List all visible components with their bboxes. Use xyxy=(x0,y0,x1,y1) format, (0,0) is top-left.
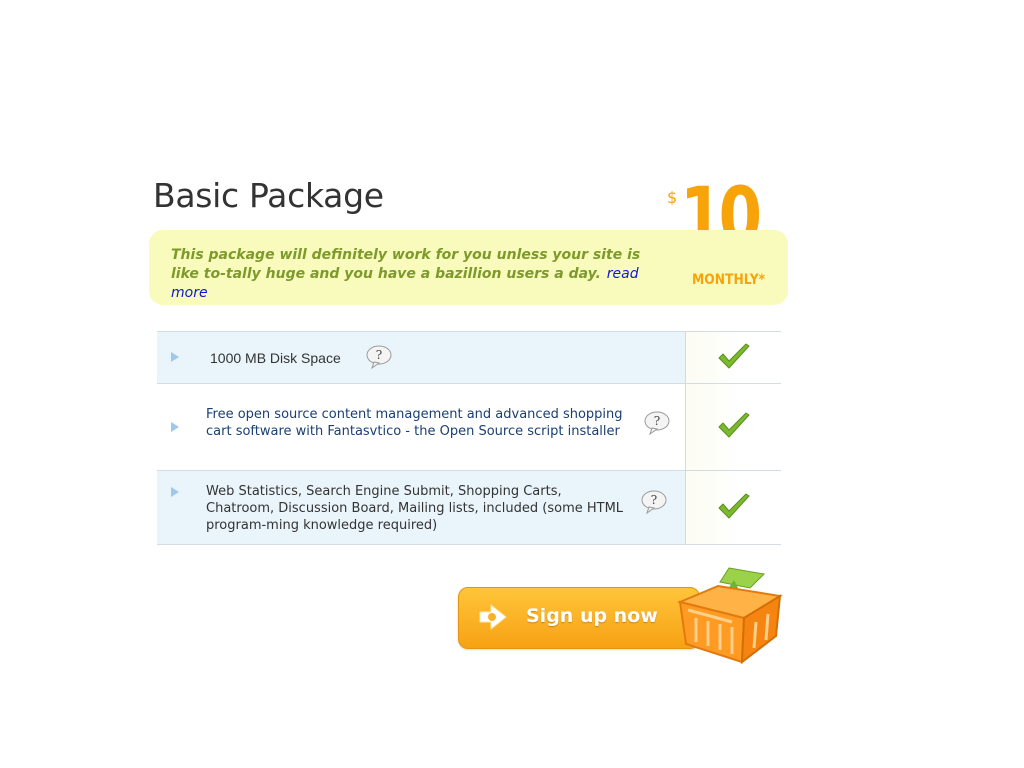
svg-text:?: ? xyxy=(376,348,382,362)
svg-text:?: ? xyxy=(654,414,660,428)
check-cell xyxy=(686,384,781,470)
question-bubble-icon[interactable]: ? xyxy=(366,344,394,374)
feature-row: Free open source content management and … xyxy=(157,383,781,470)
arrow-icon xyxy=(477,602,509,636)
green-checkmark-icon xyxy=(718,412,749,438)
package-title: Basic Package xyxy=(153,176,384,215)
feature-row: 1000 MB Disk Space ? xyxy=(157,331,781,383)
green-checkmark-icon xyxy=(718,493,749,518)
question-bubble-icon[interactable]: ? xyxy=(641,489,669,519)
feature-cell: 1000 MB Disk Space ? xyxy=(157,332,686,383)
check-cell xyxy=(686,471,781,544)
price-period: MONTHLY* xyxy=(692,272,766,288)
feature-row: Web Statistics, Search Engine Submit, Sh… xyxy=(157,470,781,545)
feature-cell: Web Statistics, Search Engine Submit, Sh… xyxy=(157,471,686,544)
package-description: This package will definitely work for yo… xyxy=(171,246,671,303)
triangle-bullet-icon xyxy=(171,352,179,362)
sign-up-button[interactable]: Sign up now xyxy=(458,587,700,649)
feature-cell: Free open source content management and … xyxy=(157,384,686,470)
question-bubble-icon[interactable]: ? xyxy=(644,410,672,440)
svg-text:?: ? xyxy=(651,493,657,507)
feature-table: 1000 MB Disk Space ? Free open source co… xyxy=(157,331,781,545)
check-cell xyxy=(686,332,781,383)
description-text: This package will definitely work for yo… xyxy=(171,247,641,282)
price-currency: $ xyxy=(667,188,678,207)
green-checkmark-icon xyxy=(718,343,749,368)
shopping-basket-icon xyxy=(672,566,786,672)
triangle-bullet-icon xyxy=(171,487,179,497)
triangle-bullet-icon xyxy=(171,422,179,432)
feature-text: 1000 MB Disk Space xyxy=(210,350,341,366)
sign-up-label: Sign up now xyxy=(526,605,658,627)
feature-text: Web Statistics, Search Engine Submit, Sh… xyxy=(206,484,624,533)
feature-text: Free open source content management and … xyxy=(206,407,623,439)
